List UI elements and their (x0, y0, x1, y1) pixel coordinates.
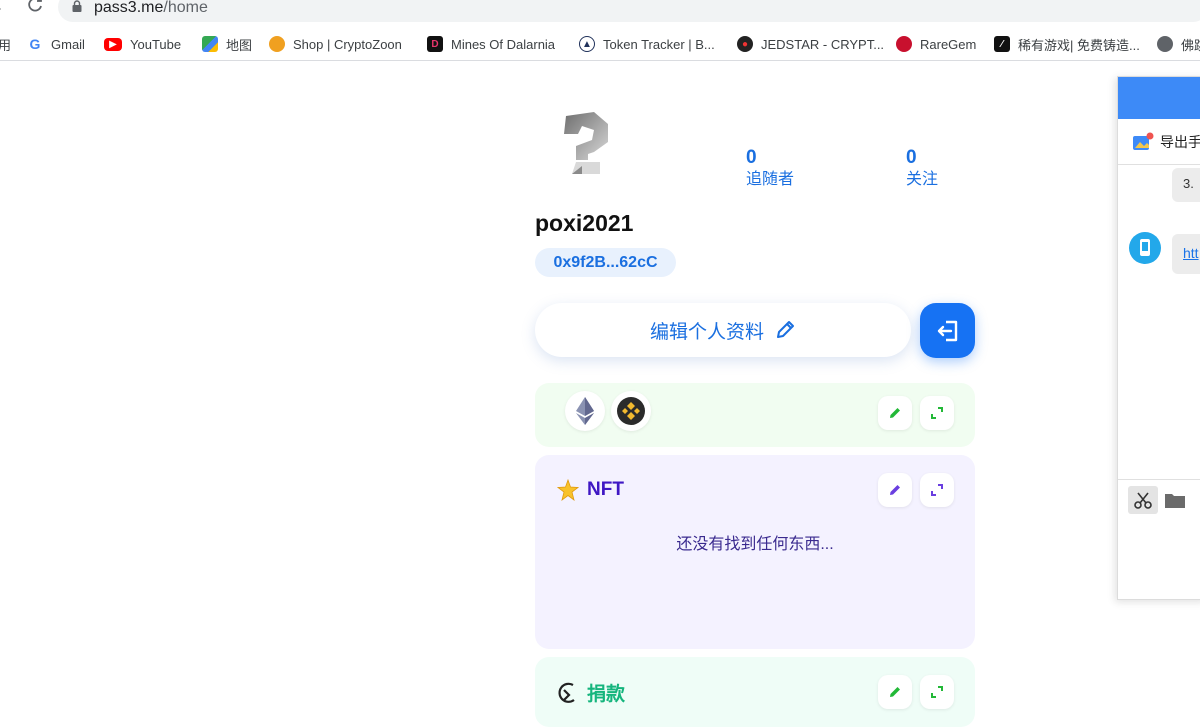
chains-card (535, 383, 975, 447)
pencil-icon (890, 485, 900, 495)
link-bubble[interactable]: htt (1172, 234, 1200, 274)
donation-icon (557, 681, 579, 705)
bookmark-token-tracker[interactable]: ▲ Token Tracker | B... (579, 34, 715, 54)
forward-arrow-icon[interactable]: › (0, 0, 1, 18)
side-panel-header (1118, 77, 1200, 119)
maps-icon (202, 36, 218, 52)
bookmark-label: 用 (0, 37, 12, 53)
avatar[interactable] (560, 110, 612, 178)
donation-expand-button[interactable] (920, 675, 954, 709)
bookmark-globe[interactable]: 佛跳 (1157, 34, 1200, 54)
url-field[interactable] (58, 0, 1200, 22)
bookmark-youtube[interactable]: ▶ YouTube (104, 34, 181, 54)
url-path: /home (163, 0, 208, 16)
folder-icon[interactable] (1164, 492, 1186, 509)
raregem-icon (896, 36, 912, 52)
bscscan-icon: ▲ (579, 36, 595, 52)
export-image-icon (1133, 132, 1154, 150)
message-bubble[interactable]: 3. (1172, 168, 1200, 202)
bookmark-label: Shop | CryptoZoon (293, 36, 402, 52)
rare-game-icon: ⁄ (994, 36, 1010, 52)
bookmark-cryptozoon[interactable]: Shop | CryptoZoon (269, 34, 402, 54)
edit-profile-label: 编辑个人资料 (649, 321, 764, 343)
lock-icon[interactable] (72, 0, 82, 12)
phone-avatar-icon (1129, 232, 1161, 264)
followers-stat[interactable]: 0 追随者 (746, 147, 794, 191)
globe-icon (1157, 36, 1173, 52)
nft-title-text: NFT (587, 479, 624, 500)
expand-icon (931, 686, 943, 698)
donation-edit-button[interactable] (878, 675, 912, 709)
bookmark-label: 地图 (226, 37, 253, 53)
bookmark-label: JEDSTAR - CRYPT... (761, 36, 885, 52)
logout-button[interactable] (920, 303, 975, 358)
logout-icon (937, 320, 957, 341)
message-text: 3. (1183, 176, 1194, 191)
bookmark-jedstar[interactable]: ● JEDSTAR - CRYPT... (737, 34, 884, 54)
bookmark-label: Mines Of Dalarnia (451, 36, 556, 52)
chains-expand-button[interactable] (920, 396, 954, 430)
bookmark-gmail[interactable]: G Gmail (27, 34, 85, 54)
bookmark-label: Token Tracker | B... (603, 36, 715, 52)
wallet-address-chip[interactable]: 0x9f2B...62cC (535, 248, 676, 277)
pencil-icon (890, 687, 900, 697)
donation-card: 捐款 (535, 657, 975, 727)
bookmark-rare-game[interactable]: ⁄ 稀有游戏| 免费铸造... (994, 34, 1140, 54)
bookmark-raregem[interactable]: RareGem (896, 34, 976, 54)
cryptozoon-icon (269, 36, 285, 52)
donation-title-text: 捐款 (587, 684, 626, 705)
following-stat[interactable]: 0 关注 (906, 147, 938, 191)
expand-icon (931, 407, 943, 419)
followers-count: 0 (746, 147, 757, 168)
bnb-icon[interactable] (611, 391, 651, 431)
donation-card-title: 捐款 (557, 679, 625, 706)
address-bar: › pass3.me/home (0, 0, 1200, 24)
ethereum-icon[interactable] (565, 391, 605, 431)
nft-edit-button[interactable] (878, 473, 912, 507)
pencil-icon (890, 408, 900, 418)
following-label: 关注 (906, 171, 939, 188)
youtube-icon: ▶ (104, 37, 122, 51)
bookmarks-bar: 用 G Gmail ▶ YouTube 地图 Shop | CryptoZoon… (0, 30, 1200, 61)
nft-card: NFT 还没有找到任何东西... (535, 455, 975, 649)
star-icon (557, 479, 579, 501)
bookmark-apps[interactable]: 用 (0, 34, 11, 54)
followers-label: 追随者 (746, 171, 795, 188)
bookmark-dalarnia[interactable]: D Mines Of Dalarnia (427, 34, 555, 54)
edit-profile-button[interactable]: 编辑个人资料 (535, 303, 911, 357)
chains-edit-button[interactable] (878, 396, 912, 430)
expand-icon (931, 484, 943, 496)
nft-expand-button[interactable] (920, 473, 954, 507)
url-text[interactable]: pass3.me/home (94, 0, 208, 17)
nft-empty-message: 还没有找到任何东西... (676, 536, 834, 553)
bookmark-maps[interactable]: 地图 (202, 34, 252, 54)
jedstar-icon: ● (737, 36, 753, 52)
bookmark-label: Gmail (51, 36, 85, 52)
bookmark-label: RareGem (920, 36, 977, 52)
chat-side-panel: 导出手 3. htt (1117, 76, 1200, 600)
nft-card-title: NFT (557, 479, 624, 501)
url-host: pass3.me (94, 0, 164, 16)
username: poxi2021 (535, 210, 634, 236)
export-button[interactable]: 导出手 (1118, 119, 1200, 165)
bookmark-label: 稀有游戏| 免费铸造... (1018, 37, 1140, 53)
google-icon: G (27, 36, 43, 52)
pencil-icon (777, 321, 794, 338)
bookmark-label: 佛跳 (1181, 37, 1200, 53)
reload-icon[interactable] (26, 0, 44, 14)
message-link[interactable]: htt (1183, 245, 1199, 261)
export-label: 导出手 (1160, 133, 1200, 150)
dalarnia-icon: D (427, 36, 443, 52)
following-count: 0 (906, 147, 917, 168)
side-panel-toolbar (1118, 479, 1200, 519)
scissors-icon[interactable] (1128, 486, 1158, 514)
bookmark-label: YouTube (130, 36, 182, 52)
